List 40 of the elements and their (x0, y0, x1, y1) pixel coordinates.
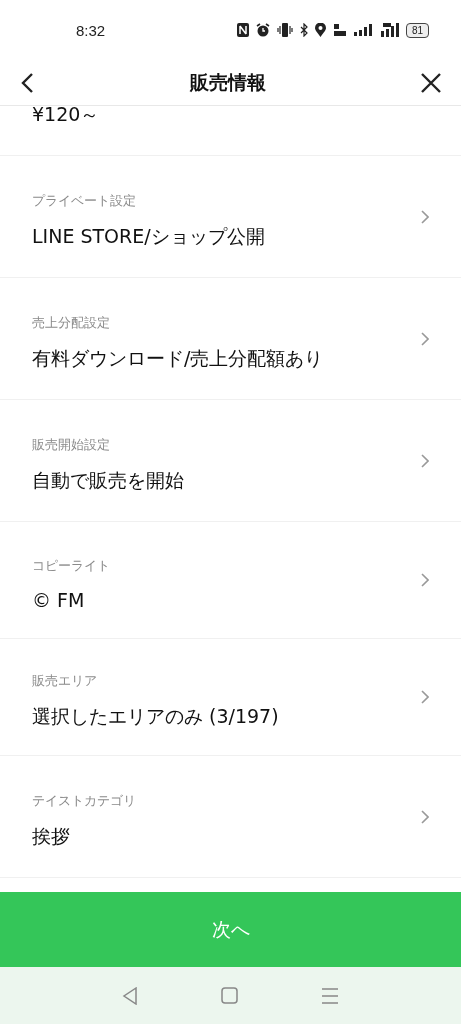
setting-value: LINE STORE/ショップ公開 (32, 223, 266, 249)
chevron-right-icon (421, 690, 429, 704)
close-icon (421, 72, 441, 93)
setting-row[interactable]: 販売開始設定 自動で販売を開始 (0, 400, 461, 522)
chevron-right-icon (421, 573, 429, 587)
bluetooth-icon (299, 23, 308, 37)
setting-label: 販売エリア (32, 672, 98, 690)
page-title: 販売情報 (189, 69, 266, 95)
chevron-right-icon (421, 209, 429, 224)
setting-label: 販売開始設定 (32, 435, 111, 454)
signal-icon (353, 24, 372, 36)
chevron-right-icon (421, 453, 429, 468)
location-icon (314, 23, 326, 37)
battery-level: 81 (405, 22, 429, 38)
nfc-icon (236, 23, 249, 37)
menu-nav-icon[interactable] (321, 987, 340, 1004)
back-icon (20, 71, 34, 94)
setting-value: © FM (32, 589, 86, 611)
setting-value: 有料ダウンロード/売上分配額あり (32, 345, 325, 371)
setting-row[interactable]: 売上分配設定 有料ダウンロード/売上分配額あり (0, 278, 461, 400)
price-value: ¥120～ (32, 106, 100, 127)
chevron-right-icon (421, 331, 429, 346)
setting-label: 売上分配設定 (32, 313, 111, 332)
clock-time: 8:32 (76, 21, 106, 39)
setting-label: コピーライト (32, 557, 111, 575)
vibrate-icon (276, 23, 293, 37)
back-nav-icon[interactable] (121, 986, 138, 1005)
setting-row[interactable]: 販売エリア 選択したエリアのみ (3/197) (0, 639, 461, 756)
setting-value: 自動で販売を開始 (32, 467, 185, 493)
setting-row[interactable]: プライベート設定 LINE STORE/ショップ公開 (0, 156, 461, 278)
chevron-right-icon (421, 809, 429, 824)
signal-icon (378, 23, 399, 37)
home-nav-icon[interactable] (221, 987, 238, 1004)
setting-label: テイストカテゴリ (32, 791, 137, 810)
setting-label: プライベート設定 (32, 191, 137, 210)
setting-value: 選択したエリアのみ (3/197) (32, 704, 280, 729)
setting-row[interactable]: テイストカテゴリ 挨拶 (0, 756, 461, 878)
setting-row[interactable]: コピーライト © FM (0, 522, 461, 639)
alarm-icon (255, 23, 270, 37)
setting-value: 挨拶 (32, 823, 71, 849)
